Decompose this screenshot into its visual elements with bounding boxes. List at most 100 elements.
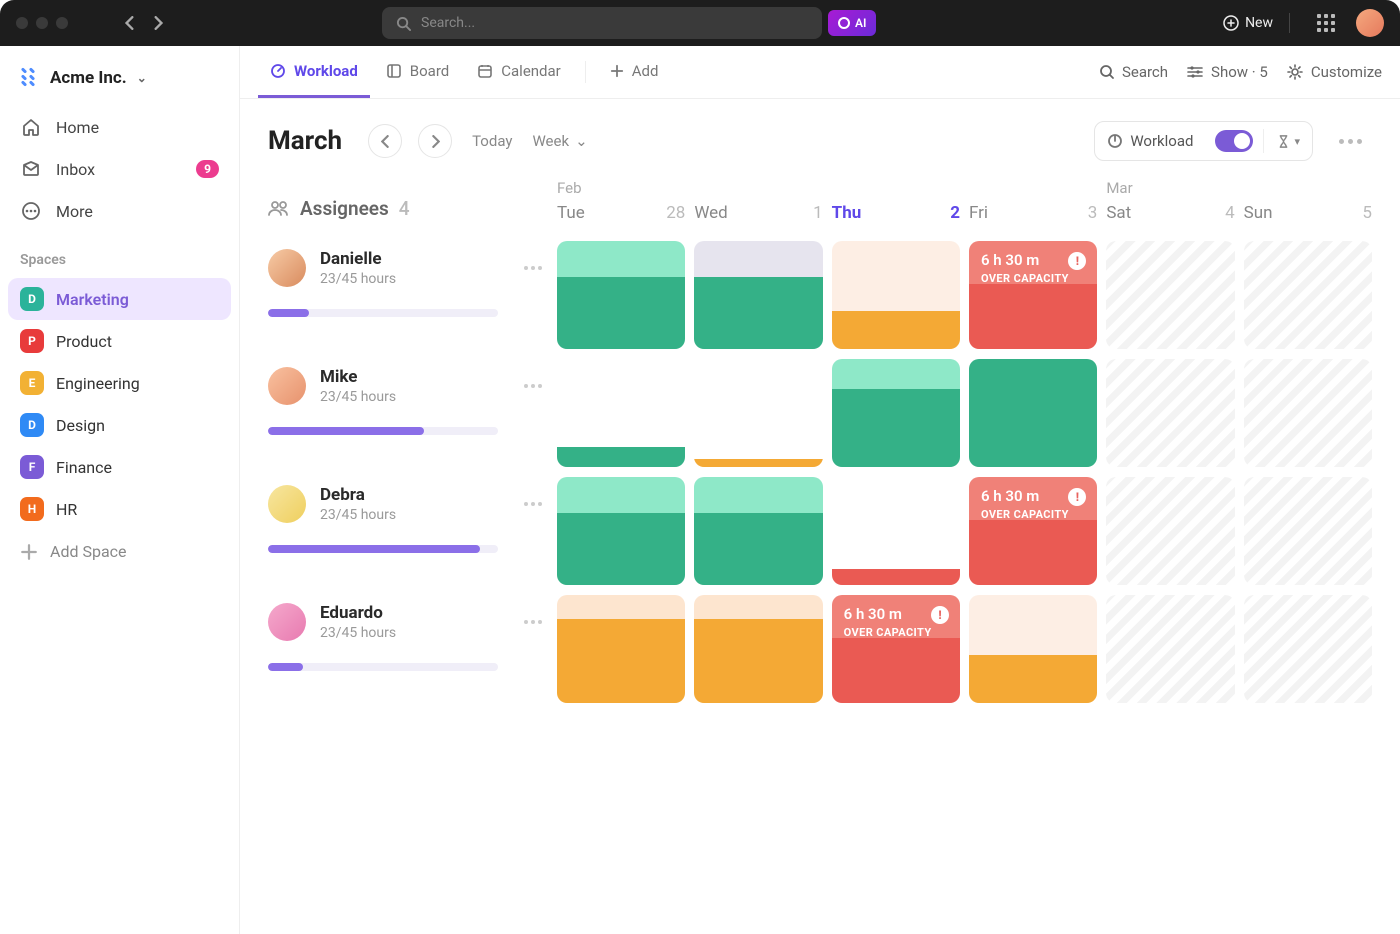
workload-block[interactable] (832, 359, 960, 467)
workspace-name: Acme Inc. (50, 68, 127, 88)
workload-block[interactable] (694, 595, 822, 703)
space-item-design[interactable]: DDesign (8, 404, 231, 446)
ai-icon (838, 17, 850, 29)
sidebar-nav-inbox[interactable]: Inbox9 (8, 148, 231, 190)
view-customize-button[interactable]: Customize (1286, 63, 1382, 81)
assignee-avatar (268, 367, 306, 405)
space-icon: D (20, 287, 44, 311)
board-icon (386, 63, 402, 79)
workload-block (1106, 359, 1234, 467)
space-icon: D (20, 413, 44, 437)
assignee-menu-button[interactable] (518, 496, 548, 512)
power-icon (1107, 133, 1123, 149)
workload-filter-button[interactable]: ▾ (1264, 134, 1312, 149)
workload-block[interactable] (557, 241, 685, 349)
space-icon: F (20, 455, 44, 479)
search-placeholder: Search... (421, 15, 475, 31)
assignees-header: Assignees 4 (268, 179, 548, 231)
workload-block (1106, 477, 1234, 585)
view-search-button[interactable]: Search (1099, 63, 1168, 81)
assignee-progress (268, 427, 498, 435)
search-icon (396, 16, 411, 31)
user-avatar-button[interactable] (1356, 9, 1384, 37)
nav-icon (20, 116, 42, 138)
workload-block[interactable] (832, 241, 960, 349)
day-header: MarSat4 (1106, 179, 1234, 231)
space-item-hr[interactable]: HHR (8, 488, 231, 530)
day-header: Wed1 (694, 179, 822, 231)
workload-block (1244, 241, 1372, 349)
today-button[interactable]: Today (468, 126, 516, 156)
workload-block[interactable] (557, 595, 685, 703)
workload-block (1244, 359, 1372, 467)
search-icon (1099, 64, 1115, 80)
prev-period-button[interactable] (368, 124, 402, 158)
period-selector[interactable]: Week ⌄ (532, 132, 587, 150)
space-icon: H (20, 497, 44, 521)
assignee-name: Debra (320, 485, 396, 505)
day-header: Thu2 (832, 179, 960, 231)
sidebar-nav-home[interactable]: Home (8, 106, 231, 148)
nav-back-button[interactable] (116, 9, 144, 37)
workload-block[interactable] (557, 477, 685, 585)
chevron-down-icon: ▾ (1294, 135, 1300, 148)
apps-grid-button[interactable] (1312, 9, 1340, 37)
plus-icon (610, 64, 624, 78)
assignee-menu-button[interactable] (518, 260, 548, 276)
workload-block[interactable] (557, 359, 685, 467)
window-topbar: Search... AI New (0, 0, 1400, 46)
assignee-menu-button[interactable] (518, 378, 548, 394)
assignee-progress (268, 309, 498, 317)
nav-forward-button[interactable] (144, 9, 172, 37)
assignee-avatar (268, 603, 306, 641)
workload-block[interactable] (694, 359, 822, 467)
next-period-button[interactable] (418, 124, 452, 158)
assignee-cell: Mike23/45 hours (268, 349, 548, 467)
workspace-switcher[interactable]: Acme Inc. ⌄ (8, 54, 231, 106)
workload-block (1244, 595, 1372, 703)
space-item-engineering[interactable]: EEngineering (8, 362, 231, 404)
workload-toggle[interactable] (1215, 130, 1253, 152)
assignee-avatar (268, 485, 306, 523)
assignee-cell: Debra 23/45 hours (268, 467, 548, 585)
tab-workload[interactable]: Workload (258, 46, 370, 98)
workload-toolbar: March Today Week ⌄ Workload ▾ (240, 99, 1400, 171)
tab-calendar[interactable]: Calendar (465, 46, 573, 98)
inbox-badge: 9 (196, 160, 219, 178)
sidebar-nav-more[interactable]: More (8, 190, 231, 232)
ai-button[interactable]: AI (828, 10, 876, 36)
more-options-button[interactable] (1329, 139, 1372, 144)
chevron-down-icon: ⌄ (575, 132, 588, 150)
new-button[interactable]: New (1213, 9, 1283, 37)
workload-block-over[interactable]: 6 h 30 mOVER CAPACITY! (832, 595, 960, 703)
view-show-button[interactable]: Show · 5 (1186, 63, 1268, 81)
global-search-input[interactable]: Search... (382, 7, 822, 39)
month-title: March (268, 126, 342, 156)
add-view-button[interactable]: Add (598, 46, 671, 98)
space-item-marketing[interactable]: DMarketing (8, 278, 231, 320)
gear-icon (1286, 63, 1304, 81)
window-controls[interactable] (16, 17, 68, 29)
workload-block[interactable] (969, 359, 1097, 467)
people-icon (268, 199, 290, 217)
calendar-icon (477, 63, 493, 79)
workload-block-over[interactable]: 6 h 30 mOVER CAPACITY! (969, 241, 1097, 349)
space-item-product[interactable]: PProduct (8, 320, 231, 362)
assignee-menu-button[interactable] (518, 614, 548, 630)
day-header: Fri3 (969, 179, 1097, 231)
workload-block[interactable] (694, 477, 822, 585)
workload-block-over[interactable]: 6 h 30 mOVER CAPACITY! (969, 477, 1097, 585)
plus-circle-icon (1223, 15, 1239, 31)
space-item-finance[interactable]: FFinance (8, 446, 231, 488)
assignee-avatar (268, 249, 306, 287)
tab-board[interactable]: Board (374, 46, 461, 98)
assignee-cell: Danielle23/45 hours (268, 231, 548, 349)
spaces-section-label: Spaces (8, 232, 231, 278)
assignee-hours: 23/45 hours (320, 507, 396, 523)
workload-block[interactable] (832, 477, 960, 585)
workload-block (1106, 241, 1234, 349)
workload-block[interactable] (694, 241, 822, 349)
add-space-button[interactable]: Add Space (8, 530, 231, 573)
workload-block[interactable] (969, 595, 1097, 703)
sidebar: Acme Inc. ⌄ HomeInbox9More Spaces DMarke… (0, 46, 240, 934)
